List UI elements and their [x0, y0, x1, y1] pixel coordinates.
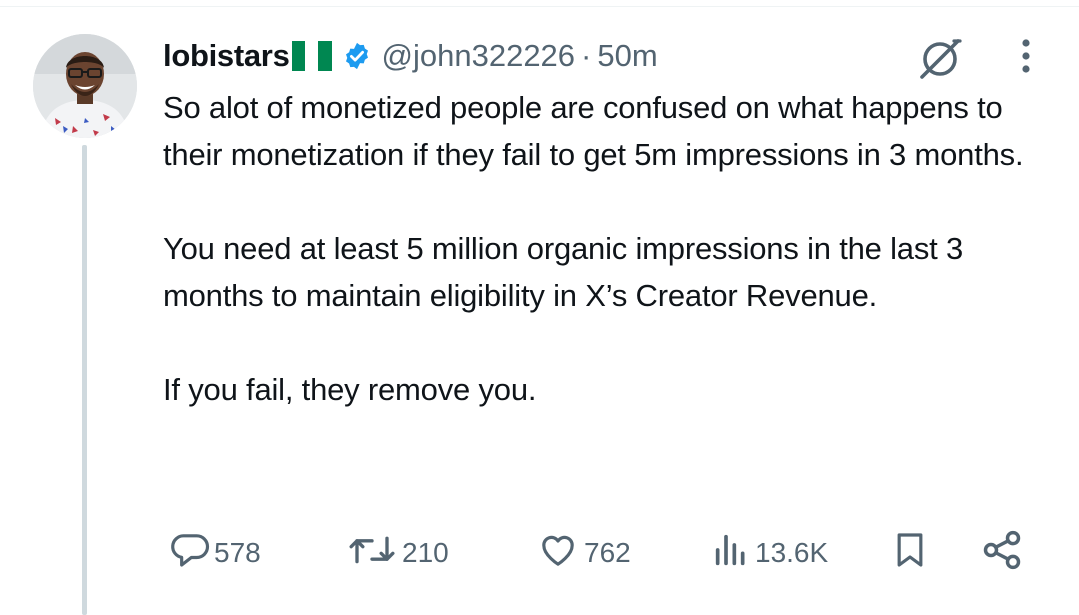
like-icon [536, 530, 580, 577]
tweet-header: lobistars @john322226 · 50m [163, 34, 658, 78]
repost-icon [346, 530, 398, 577]
reply-icon [170, 530, 210, 577]
tweet-paragraph: You need at least 5 million organic impr… [163, 231, 964, 313]
views-count: 13.6K [755, 537, 829, 568]
bookmark-icon [890, 528, 930, 579]
nigeria-flag-icon [291, 41, 332, 71]
timestamp[interactable]: 50m [597, 38, 657, 74]
display-name[interactable]: lobistars [163, 38, 290, 74]
tweet-text: So alot of monetized people are confused… [163, 84, 1043, 413]
action-bar: 578 210 762 13.6K [0, 530, 1079, 576]
views-button[interactable]: 13.6K [711, 530, 828, 576]
separator-dot: · [581, 38, 592, 73]
reply-button[interactable]: 578 [170, 530, 261, 576]
more-icon[interactable] [1014, 36, 1038, 76]
repost-count: 210 [402, 537, 449, 568]
top-divider [0, 6, 1079, 7]
author-handle[interactable]: @john322226 [382, 38, 576, 74]
grok-icon[interactable] [914, 32, 966, 84]
tweet-paragraph: If you fail, they remove you. [163, 372, 537, 407]
share-button[interactable] [980, 530, 1024, 576]
like-button[interactable]: 762 [536, 530, 631, 576]
tweet-paragraph: So alot of monetized people are confused… [163, 90, 1024, 172]
views-icon [711, 530, 751, 577]
avatar[interactable] [33, 34, 137, 138]
share-icon [980, 528, 1024, 579]
repost-button[interactable]: 210 [346, 530, 449, 576]
reply-count: 578 [214, 537, 261, 568]
bookmark-button[interactable] [890, 530, 930, 576]
verified-badge-icon[interactable] [342, 41, 372, 71]
like-count: 762 [584, 537, 631, 568]
